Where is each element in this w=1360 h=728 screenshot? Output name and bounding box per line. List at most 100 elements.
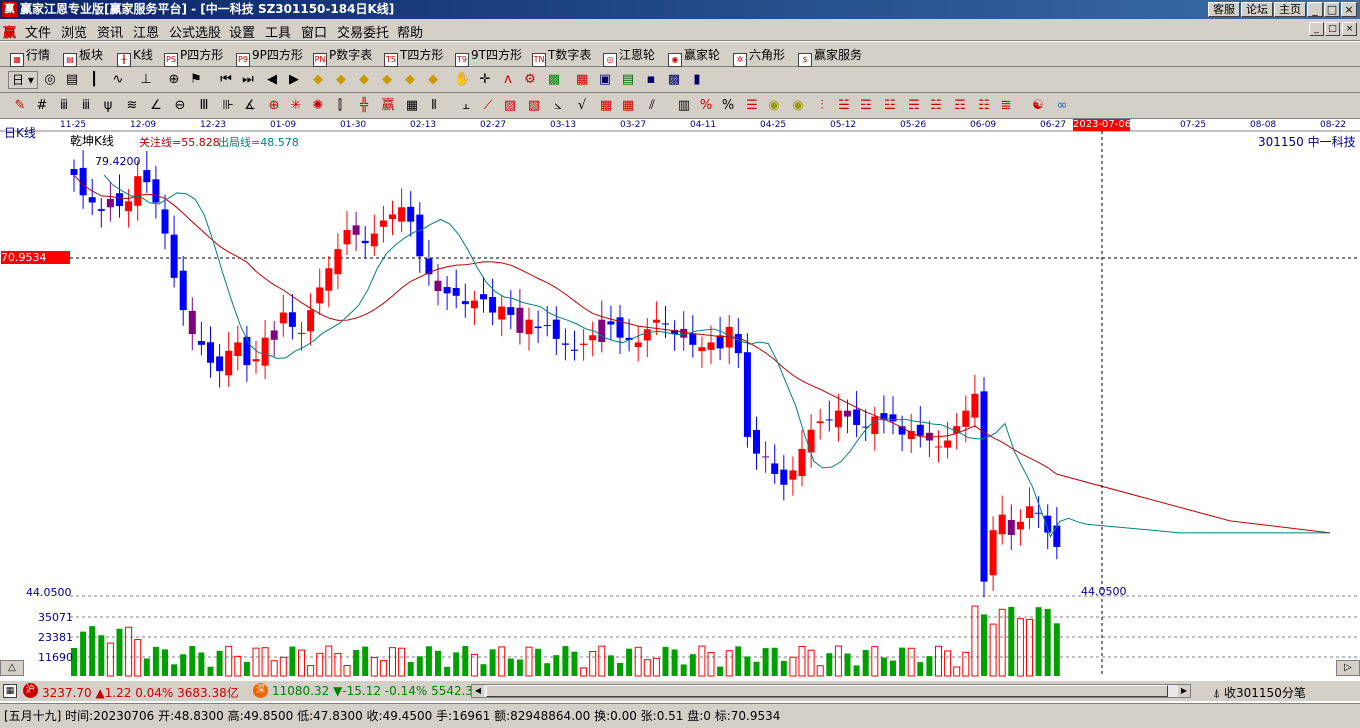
tool-coin-icon[interactable]: ◉ xyxy=(766,98,782,114)
menu-settings[interactable]: 设置 xyxy=(229,22,255,41)
mdi-close-button[interactable]: × xyxy=(1342,22,1357,36)
wave-icon[interactable]: ∿ xyxy=(110,72,126,88)
bars-icon[interactable]: ┃ xyxy=(86,72,102,88)
tool-comb-icon[interactable]: ⅲ xyxy=(56,98,72,114)
hand-icon[interactable]: ✋ xyxy=(454,72,470,88)
diamond4-icon[interactable]: ◆ xyxy=(379,72,395,88)
print-icon[interactable]: ▩ xyxy=(666,72,682,88)
diamond3-icon[interactable]: ◆ xyxy=(356,72,372,88)
tool-burst-icon[interactable]: ✺ xyxy=(310,98,326,114)
tool-angle-icon[interactable]: ∡ xyxy=(242,98,258,114)
home-button[interactable]: 主页 xyxy=(1274,2,1306,17)
tool-grid-icon[interactable]: ▦ xyxy=(598,98,614,114)
menu-trade[interactable]: 交易委托 xyxy=(337,22,389,41)
kline-chart-svg[interactable] xyxy=(0,119,1360,679)
tool-fib-icon[interactable]: ⫶ xyxy=(814,98,830,114)
first-icon[interactable]: ⏮ xyxy=(218,72,234,88)
diamond6-icon[interactable]: ◆ xyxy=(425,72,441,88)
9p-square-button[interactable]: P9 9P四方形 xyxy=(236,46,303,67)
menu-help[interactable]: 帮助 xyxy=(397,22,423,41)
diamond1-icon[interactable]: ◆ xyxy=(310,72,326,88)
report-icon[interactable]: ▤ xyxy=(620,72,636,88)
kefu-button[interactable]: 客服 xyxy=(1208,2,1240,17)
tool-win-icon[interactable]: 赢 xyxy=(380,98,396,114)
t-number-button[interactable]: TN T数字表 xyxy=(532,46,591,67)
last-icon[interactable]: ⏭ xyxy=(240,72,256,88)
tool-circle-icon[interactable]: ⊖ xyxy=(172,98,188,114)
tool-yinyang-icon[interactable]: ☯ xyxy=(1030,98,1046,114)
crosshair-icon[interactable]: ✛ xyxy=(477,72,493,88)
tool-comb3-icon[interactable]: ⫴ xyxy=(426,98,442,114)
tool-steps-icon[interactable]: ⊪ xyxy=(220,98,236,114)
horizontal-scrollbar[interactable]: ◀ ▶ xyxy=(471,684,1191,698)
tool-rect-icon[interactable]: ▨ xyxy=(502,98,518,114)
right-icon[interactable]: ▶ xyxy=(286,72,302,88)
tool-ruler-icon[interactable]: ▥ xyxy=(676,98,692,114)
tool-fan2-icon[interactable]: ⦣ xyxy=(550,98,566,114)
tool-infinity-icon[interactable]: ∞ xyxy=(1054,98,1070,114)
gear-icon[interactable]: ⚙ xyxy=(522,72,538,88)
maximize-button[interactable]: □ xyxy=(1324,2,1340,17)
tool-box-icon[interactable]: ⫠ xyxy=(458,98,474,114)
flag-icon[interactable]: ⚑ xyxy=(188,72,204,88)
pen-icon[interactable]: ✎ xyxy=(12,98,28,114)
kline-chart[interactable]: 日K线 乾坤K线 关注线=55.828 出局线=48.578 301150 中一… xyxy=(0,119,1360,679)
winner-wheel-button[interactable]: ◉ 赢家轮 xyxy=(668,46,720,67)
tool-target-icon[interactable]: ⊕ xyxy=(266,98,282,114)
luntan-button[interactable]: 论坛 xyxy=(1241,2,1273,17)
gann-wheel-button[interactable]: ◎ 江恩轮 xyxy=(603,46,655,67)
tick-detail-label[interactable]: ⍋ 收301150分笔 xyxy=(1213,684,1306,701)
tool-bar-icon[interactable]: ⫿ xyxy=(332,98,348,114)
tool-vee-icon[interactable]: √ xyxy=(574,98,590,114)
tool-pct2-icon[interactable]: % xyxy=(698,98,714,114)
9t-square-button[interactable]: T9 9T四方形 xyxy=(455,46,522,67)
tool-fork-icon[interactable]: ψ xyxy=(100,98,116,114)
scroll-right-arrow[interactable]: ▶ xyxy=(1178,685,1190,697)
doc-icon[interactable]: ▤ xyxy=(64,72,80,88)
quote-button[interactable]: ▦ 行情 xyxy=(10,46,50,67)
tool-fib5-icon[interactable]: ☴ xyxy=(906,98,922,114)
service-button[interactable]: $ 赢家服务 xyxy=(798,46,862,67)
tool-slant-icon[interactable]: ⫽ xyxy=(644,98,660,114)
menu-file[interactable]: 文件 xyxy=(25,22,51,41)
truck-icon[interactable]: ▮ xyxy=(689,72,705,88)
tool-fan-icon[interactable]: ∠ xyxy=(148,98,164,114)
tool-fib8-icon[interactable]: ☷ xyxy=(976,98,992,114)
menu-window[interactable]: 窗口 xyxy=(301,22,327,41)
tool-ray-icon[interactable]: ⟋ xyxy=(480,98,496,114)
tool-fib4-icon[interactable]: ☳ xyxy=(882,98,898,114)
gann-grid-icon[interactable]: ▩ xyxy=(546,72,562,88)
diamond5-icon[interactable]: ◆ xyxy=(402,72,418,88)
tool-fib3-icon[interactable]: ☲ xyxy=(858,98,874,114)
draw-ring-icon[interactable]: ◎ xyxy=(42,72,58,88)
tool-pct-icon[interactable]: % xyxy=(720,98,736,114)
period-select[interactable]: 日 ▾ xyxy=(8,71,38,89)
zoom-icon[interactable]: ⊕ xyxy=(166,72,182,88)
tool-grid2-icon[interactable]: ▦ xyxy=(620,98,636,114)
minimize-button[interactable]: _ xyxy=(1307,2,1323,17)
calc-icon[interactable]: ▣ xyxy=(597,72,613,88)
menu-formula[interactable]: 公式选股 xyxy=(169,22,221,41)
tool-wave-icon[interactable]: ≋ xyxy=(124,98,140,114)
tool-fib7-icon[interactable]: ☶ xyxy=(952,98,968,114)
close-button[interactable]: × xyxy=(1341,2,1357,17)
t-square-button[interactable]: TS T四方形 xyxy=(384,46,443,67)
hexagon-button[interactable]: ✲ 六角形 xyxy=(733,46,785,67)
tool-lines-icon[interactable]: Ⅲ xyxy=(196,98,212,114)
tool-ladder-icon[interactable]: ▦ xyxy=(404,98,420,114)
scroll-thumb[interactable] xyxy=(486,685,1168,697)
diamond2-icon[interactable]: ◆ xyxy=(333,72,349,88)
sector-button[interactable]: ▤ 板块 xyxy=(63,46,103,67)
tool-comb2-icon[interactable]: ⅲ xyxy=(78,98,94,114)
sz-index-text[interactable]: 11080.32 ▼-15.12 -0.14% 5542.3 xyxy=(272,684,473,698)
tool-fib9-icon[interactable]: ≣ xyxy=(998,98,1014,114)
p-square-button[interactable]: PS P四方形 xyxy=(164,46,223,67)
tool-lines2-icon[interactable]: ☰ xyxy=(744,98,760,114)
tool-fork2-icon[interactable]: ╬ xyxy=(356,98,372,114)
calendar-icon[interactable]: ▦ xyxy=(574,72,590,88)
menu-browse[interactable]: 浏览 xyxy=(61,22,87,41)
menu-gann[interactable]: 江恩 xyxy=(133,22,159,41)
tool-coin2-icon[interactable]: ◉ xyxy=(790,98,806,114)
cursor-icon[interactable]: ⊥ xyxy=(138,72,154,88)
menu-info[interactable]: 资讯 xyxy=(97,22,123,41)
